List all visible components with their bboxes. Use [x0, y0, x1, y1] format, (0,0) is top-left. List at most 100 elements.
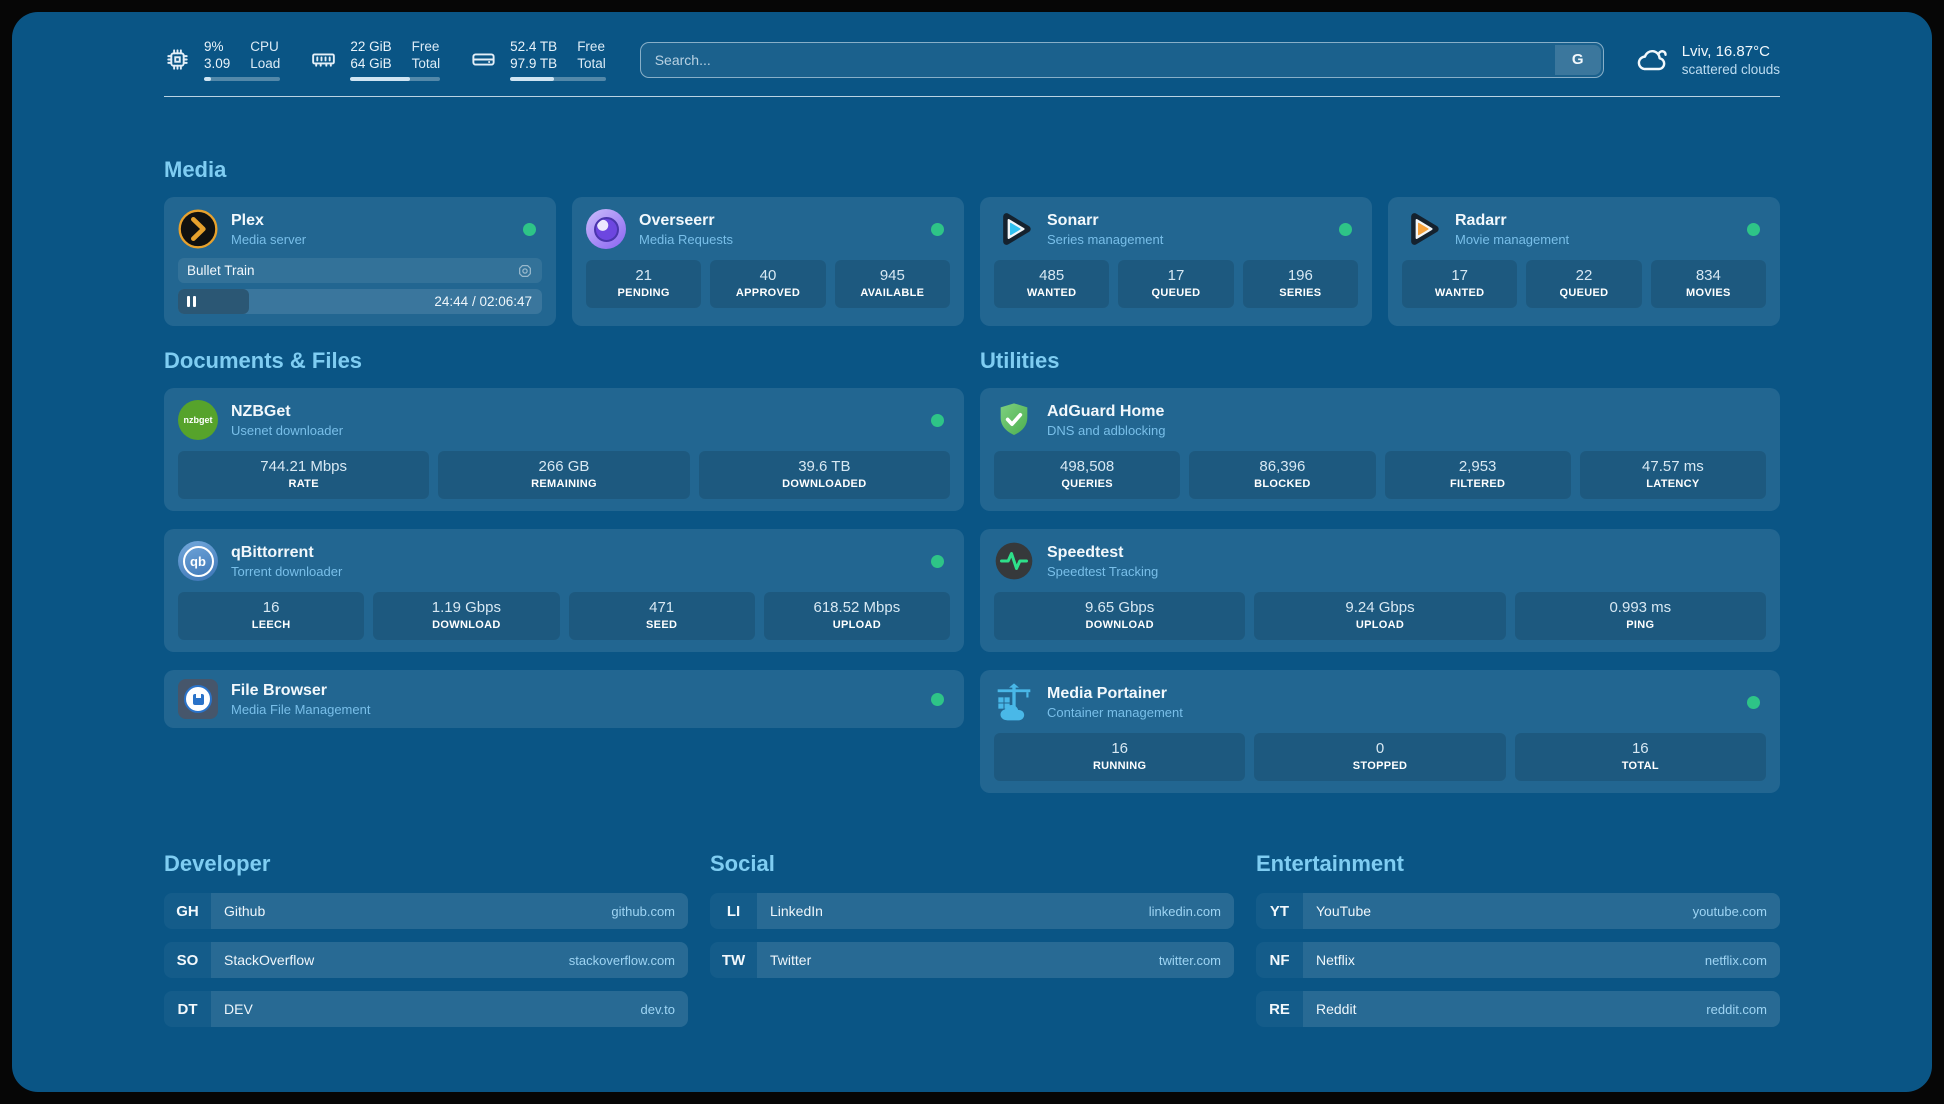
search-bar: G [640, 42, 1604, 78]
playback-progress-bar: 24:44 / 02:06:47 [178, 289, 542, 314]
weather-widget: Lviv, 16.87°C scattered clouds [1634, 42, 1780, 78]
bookmark-linkedin[interactable]: LI LinkedIn linkedin.com [710, 893, 1234, 929]
bookmark-youtube[interactable]: YT YouTube youtube.com [1256, 893, 1780, 929]
bookmark-abbr: NF [1256, 942, 1303, 978]
bookmark-name: LinkedIn [770, 903, 823, 919]
bookmark-github[interactable]: GH Github github.com [164, 893, 688, 929]
status-dot-online [931, 414, 944, 427]
filebrowser-subtitle: Media File Management [231, 701, 370, 718]
bookmark-reddit[interactable]: RE Reddit reddit.com [1256, 991, 1780, 1027]
stat-queued: 22QUEUED [1526, 260, 1641, 308]
memory-widget: 22 GiB 64 GiB Free Total [310, 38, 440, 81]
search-provider-button[interactable]: G [1555, 45, 1601, 75]
adguard-title: AdGuard Home [1047, 402, 1166, 422]
bookmark-name: YouTube [1316, 903, 1371, 919]
dashboard-panel: 9% 3.09 CPU Load [12, 12, 1932, 1092]
status-dot-online [1339, 223, 1352, 236]
portainer-card[interactable]: Media Portainer Container management 16R… [980, 670, 1780, 793]
stat-stopped: 0STOPPED [1254, 733, 1505, 781]
bookmark-domain: reddit.com [1706, 1002, 1767, 1017]
playback-time: 24:44 / 02:06:47 [434, 294, 542, 309]
qbittorrent-logo-icon: qb [178, 541, 218, 581]
bookmark-domain: stackoverflow.com [569, 953, 675, 968]
plex-card[interactable]: Plex Media server Bullet Train [164, 197, 556, 326]
middle-columns: Documents & Files nzbget NZBGet Usenet d… [164, 348, 1780, 793]
bookmark-abbr: LI [710, 893, 757, 929]
radarr-logo-icon [1402, 209, 1442, 249]
section-title-documents: Documents & Files [164, 348, 964, 374]
bookmark-domain: dev.to [641, 1002, 675, 1017]
disk-icon [470, 46, 497, 73]
bookmark-stackoverflow[interactable]: SO StackOverflow stackoverflow.com [164, 942, 688, 978]
stat-queued: 17QUEUED [1118, 260, 1233, 308]
filebrowser-logo-icon [178, 679, 218, 719]
overseerr-subtitle: Media Requests [639, 231, 733, 248]
bookmark-netflix[interactable]: NF Netflix netflix.com [1256, 942, 1780, 978]
bookmarks-developer: Developer GH Github github.com SO StackO… [164, 851, 688, 1040]
bookmark-abbr: TW [710, 942, 757, 978]
bookmark-abbr: SO [164, 942, 211, 978]
bookmark-domain: youtube.com [1693, 904, 1767, 919]
status-dot-online [931, 555, 944, 568]
header-divider [164, 96, 1780, 97]
status-dot-online [523, 223, 536, 236]
now-playing-title: Bullet Train [187, 263, 255, 278]
memory-values: 22 GiB 64 GiB [350, 38, 391, 72]
stat-upload: 618.52 MbpsUPLOAD [764, 592, 950, 640]
speedtest-pulse-icon [994, 541, 1034, 581]
speedtest-subtitle: Speedtest Tracking [1047, 563, 1158, 580]
scattered-clouds-icon [1634, 42, 1670, 78]
cpu-labels: CPU Load [250, 38, 280, 72]
sonarr-title: Sonarr [1047, 211, 1163, 231]
stat-filtered: 2,953FILTERED [1385, 451, 1571, 499]
nzbget-card[interactable]: nzbget NZBGet Usenet downloader 744.21 M… [164, 388, 964, 511]
pause-icon[interactable] [187, 296, 196, 307]
section-title-media: Media [164, 157, 1780, 183]
section-title-social: Social [710, 851, 1234, 877]
plex-title: Plex [231, 211, 306, 231]
stat-downloaded: 39.6 TBDOWNLOADED [699, 451, 950, 499]
media-cards-row: Plex Media server Bullet Train [164, 197, 1780, 326]
status-dot-online [1747, 696, 1760, 709]
stat-rate: 744.21 MbpsRATE [178, 451, 429, 499]
cpu-values: 9% 3.09 [204, 38, 230, 72]
bookmark-abbr: RE [1256, 991, 1303, 1027]
stat-seed: 471SEED [569, 592, 755, 640]
search-input[interactable] [641, 43, 1553, 77]
stat-download: 9.65 GbpsDOWNLOAD [994, 592, 1245, 640]
cpu-icon [164, 46, 191, 73]
documents-column: Documents & Files nzbget NZBGet Usenet d… [164, 348, 964, 793]
sonarr-card[interactable]: Sonarr Series management 485WANTED 17QUE… [980, 197, 1372, 326]
stat-remaining: 266 GBREMAINING [438, 451, 689, 499]
overseerr-logo-icon [586, 209, 626, 249]
bookmark-twitter[interactable]: TW Twitter twitter.com [710, 942, 1234, 978]
section-title-developer: Developer [164, 851, 688, 877]
overseerr-card[interactable]: Overseerr Media Requests 21PENDING 40APP… [572, 197, 964, 326]
status-dot-online [931, 693, 944, 706]
stat-total: 16TOTAL [1515, 733, 1766, 781]
bookmark-domain: github.com [611, 904, 675, 919]
memory-progress-bar [350, 77, 440, 81]
camera-view-icon[interactable] [517, 263, 533, 279]
adguard-card[interactable]: AdGuard Home DNS and adblocking 498,508Q… [980, 388, 1780, 511]
status-dot-online [931, 223, 944, 236]
stat-queries: 498,508QUERIES [994, 451, 1180, 499]
speedtest-card[interactable]: Speedtest Speedtest Tracking 9.65 GbpsDO… [980, 529, 1780, 652]
sonarr-logo-icon [994, 209, 1034, 249]
radarr-card[interactable]: Radarr Movie management 17WANTED 22QUEUE… [1388, 197, 1780, 326]
memory-labels: Free Total [412, 38, 441, 72]
bookmark-abbr: DT [164, 991, 211, 1027]
utilities-column: Utilities AdGuard [980, 348, 1780, 793]
nzbget-logo-icon: nzbget [178, 400, 218, 440]
cpu-widget: 9% 3.09 CPU Load [164, 38, 280, 81]
section-title-utilities: Utilities [980, 348, 1780, 374]
bookmark-domain: twitter.com [1159, 953, 1221, 968]
filebrowser-card[interactable]: File Browser Media File Management [164, 670, 964, 728]
speedtest-title: Speedtest [1047, 543, 1158, 563]
qbittorrent-subtitle: Torrent downloader [231, 563, 342, 580]
bookmark-abbr: YT [1256, 893, 1303, 929]
bookmark-dev[interactable]: DT DEV dev.to [164, 991, 688, 1027]
qbittorrent-card[interactable]: qb qBittorrent Torrent downloader 16LEEC… [164, 529, 964, 652]
bookmark-name: Reddit [1316, 1001, 1356, 1017]
section-title-entertainment: Entertainment [1256, 851, 1780, 877]
